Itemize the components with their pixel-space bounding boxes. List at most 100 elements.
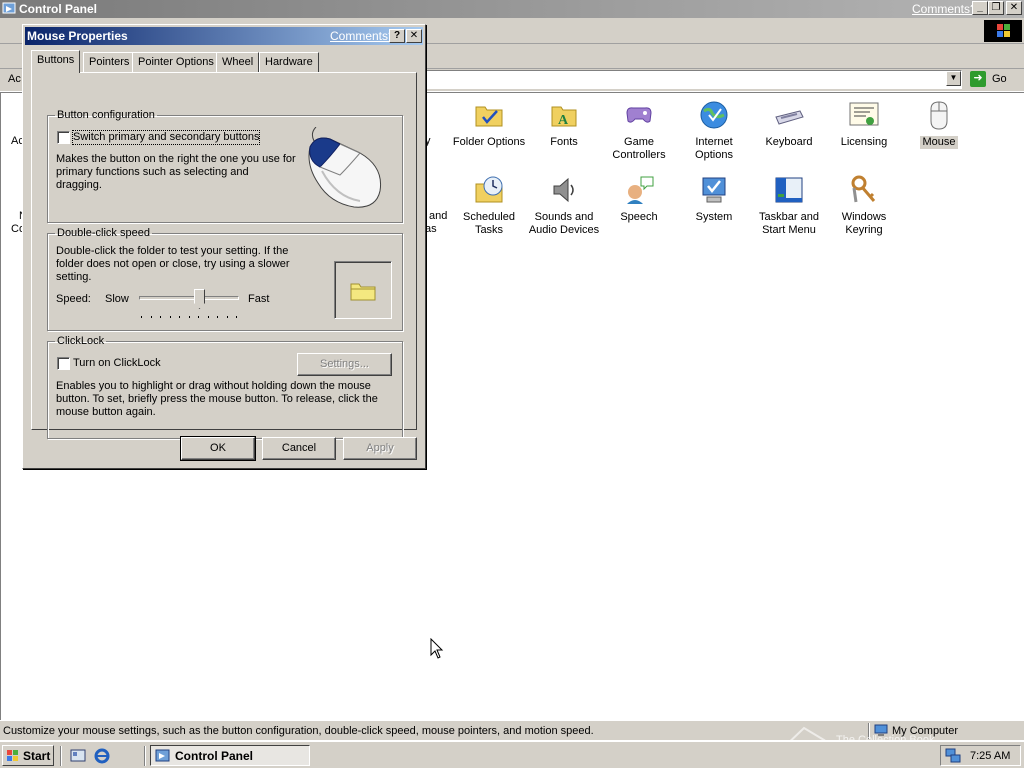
minimize-button[interactable]: _ [972, 1, 988, 15]
clicklock-checkbox[interactable] [57, 357, 70, 370]
windows-flag-icon [7, 750, 18, 761]
tab-pointers[interactable]: Pointers [83, 52, 136, 72]
start-label: Start [23, 749, 51, 763]
cp-item-taskbar[interactable]: Taskbar and Start Menu [751, 174, 827, 237]
cp-item-system[interactable]: System [676, 174, 752, 224]
clicklock-description: Enables you to highlight or drag without… [56, 380, 378, 418]
switch-buttons-checkbox[interactable] [57, 131, 70, 144]
clock[interactable]: 7:25 AM [970, 750, 1010, 762]
help-button[interactable]: ? [389, 29, 405, 43]
slider-tick [236, 316, 238, 318]
comments-link[interactable]: Comments? [912, 2, 977, 16]
address-label: Ac [8, 73, 21, 85]
folder-options-icon [475, 106, 503, 127]
cp-item-keyboard[interactable]: Keyboard [751, 99, 827, 149]
buttons-tab-panel: Button configuration Switch primary and … [31, 72, 417, 439]
test-folder-area[interactable] [334, 261, 392, 319]
task-label: Control Panel [175, 749, 254, 763]
taskbar: Start Control Panel 7:25 AM [0, 741, 1024, 768]
cp-item-scheduled-tasks[interactable]: Scheduled Tasks [451, 174, 527, 237]
group-legend: ClickLock [57, 335, 105, 347]
internet-explorer-icon[interactable] [94, 748, 110, 764]
tab-wheel[interactable]: Wheel [216, 52, 260, 72]
licensing-icon [849, 102, 879, 126]
status-text: Customize your mouse settings, such as t… [3, 725, 594, 737]
go-button[interactable]: ➜ Go [968, 70, 1018, 89]
cp-item-sounds[interactable]: Sounds and Audio Devices [526, 174, 602, 237]
folder-icon [350, 283, 376, 301]
dialog-comments-link[interactable]: Comments? [330, 29, 395, 43]
cancel-button[interactable]: Cancel [262, 437, 336, 460]
address-dropdown-button[interactable]: ▼ [946, 71, 961, 86]
cp-item-game-controllers[interactable]: Game Controllers [601, 99, 677, 162]
switch-buttons-label[interactable]: Switch primary and secondary buttons [71, 130, 261, 145]
cp-item-speech[interactable]: Speech [601, 174, 677, 224]
slider-tick [188, 316, 190, 318]
window-title: Control Panel [19, 2, 98, 16]
slow-label: Slow [105, 293, 129, 305]
control-panel-titlebar[interactable]: Control Panel Comments? _ ❐ ✕ [0, 0, 1024, 18]
speech-icon [627, 176, 654, 204]
slider-tick [217, 316, 219, 318]
mouse-illustration-icon [308, 127, 382, 208]
restore-button[interactable]: ❐ [988, 1, 1004, 15]
cp-item-licensing[interactable]: Licensing [826, 99, 902, 149]
slider-tick [207, 316, 209, 318]
taskbar-separator [144, 746, 146, 766]
keyboard-icon [775, 110, 804, 125]
mouse-properties-dialog: Mouse Properties Comments? ? ✕ Buttons P… [22, 24, 426, 469]
control-panel-icon [2, 2, 16, 14]
cp-item-fonts[interactable]: A Fonts [526, 99, 602, 149]
mouse-icon [930, 101, 948, 130]
internet-options-icon [700, 101, 728, 129]
slider-tick [141, 316, 142, 318]
fonts-icon: A [551, 106, 577, 128]
slider-tick [226, 316, 228, 318]
partial-label: as [425, 223, 437, 235]
ok-button[interactable]: OK [180, 436, 256, 461]
cp-item-internet-options[interactable]: Internet Options [676, 99, 752, 162]
tab-hardware[interactable]: Hardware [259, 52, 319, 72]
partial-label: and [429, 210, 448, 222]
windows-logo-icon [984, 20, 1022, 42]
clicklock-settings-button[interactable]: Settings... [297, 353, 392, 376]
go-label: Go [992, 73, 1007, 85]
dialog-title: Mouse Properties [27, 29, 128, 43]
slider-tick [160, 316, 162, 318]
apply-button[interactable]: Apply [343, 437, 417, 460]
svg-text:A: A [558, 113, 569, 128]
slider-tick [179, 316, 181, 318]
close-button[interactable]: ✕ [1006, 1, 1022, 15]
button-config-description: Makes the button on the right the one yo… [56, 153, 296, 191]
taskbar-icon [775, 177, 803, 203]
cp-item-mouse[interactable]: Mouse [901, 99, 977, 149]
cp-item-windows-keyring[interactable]: Windows Keyring [826, 174, 902, 237]
speed-slider-track[interactable] [139, 296, 239, 300]
dialog-close-button[interactable]: ✕ [406, 29, 422, 43]
clicklock-label[interactable]: Turn on ClickLock [73, 357, 161, 370]
speed-label: Speed: [56, 293, 91, 305]
keyring-icon [851, 175, 876, 203]
control-panel-icon [155, 749, 170, 762]
mouse-cursor-icon [430, 638, 444, 659]
start-button[interactable]: Start [2, 745, 54, 766]
taskbar-item-control-panel[interactable]: Control Panel [150, 745, 310, 766]
taskbar-separator [60, 746, 62, 766]
group-legend: Double-click speed [57, 227, 150, 239]
slider-tick [150, 316, 152, 318]
sounds-icon [553, 177, 574, 203]
slider-tick [198, 316, 200, 318]
network-icon[interactable] [945, 748, 961, 763]
go-arrow-icon: ➜ [970, 71, 986, 87]
fast-label: Fast [248, 293, 270, 305]
scheduled-tasks-icon [475, 176, 503, 203]
slider-tick [169, 316, 171, 318]
show-desktop-icon[interactable] [70, 748, 86, 764]
tab-pointer-options[interactable]: Pointer Options [132, 52, 220, 72]
system-tray: 7:25 AM [940, 745, 1021, 766]
cp-item-folder-options[interactable]: Folder Options [451, 99, 527, 149]
tab-buttons[interactable]: Buttons [31, 50, 81, 73]
system-icon [702, 177, 726, 203]
game-controllers-icon [626, 107, 652, 123]
dialog-titlebar[interactable]: Mouse Properties Comments? ? ✕ [25, 27, 423, 45]
